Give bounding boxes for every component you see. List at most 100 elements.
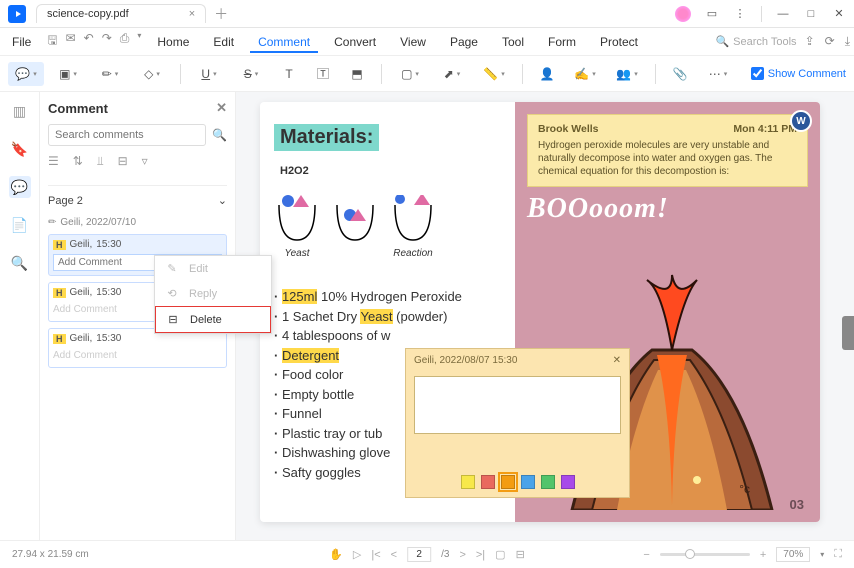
sticky-note[interactable]: Brook Wells Mon 4:11 PM Hydrogen peroxid… xyxy=(527,114,808,187)
eraser-tool[interactable]: ◇ xyxy=(134,62,170,86)
color-swatch-blue[interactable] xyxy=(521,475,535,489)
textbox-tool[interactable]: 🅃 xyxy=(309,62,337,86)
more-tool[interactable]: ⋯ xyxy=(700,62,736,86)
app-menu-icon[interactable]: ▭ xyxy=(705,7,719,21)
zoom-percent[interactable]: 70% xyxy=(776,547,810,562)
save-icon[interactable]: 🖫 xyxy=(47,31,57,52)
current-page-input[interactable]: 2 xyxy=(407,547,431,562)
color-swatch-purple[interactable] xyxy=(561,475,575,489)
comment-item[interactable]: H Geili, 15:30 Add Comment xyxy=(48,328,227,368)
sticky-editor-popup[interactable]: Geili, 2022/08/07 15:30 ✕ xyxy=(405,348,630,498)
signature-tool[interactable]: ✍ xyxy=(567,62,603,86)
pencil-tool[interactable]: ✏ xyxy=(92,62,128,86)
close-panel-icon[interactable]: ✕ xyxy=(216,100,227,116)
document-tab[interactable]: science-copy.pdf × xyxy=(36,4,206,23)
zoom-out-icon[interactable]: − xyxy=(643,549,649,561)
next-page-icon[interactable]: > xyxy=(459,549,465,561)
right-scroll-handle[interactable] xyxy=(842,316,854,350)
maximize-button[interactable]: □ xyxy=(804,7,818,21)
print-icon[interactable]: ⎙ xyxy=(120,31,130,52)
fit-page-icon[interactable]: ⛶ xyxy=(834,548,842,561)
color-swatch-yellow[interactable] xyxy=(461,475,475,489)
menu-page[interactable]: Page xyxy=(442,31,486,53)
menu-file[interactable]: File xyxy=(4,31,39,53)
single-page-icon[interactable]: ▢ xyxy=(495,548,505,561)
highlight-tool[interactable]: ▣ xyxy=(50,62,86,86)
menu-home[interactable]: Home xyxy=(149,31,197,53)
callout-tool[interactable]: ⬒ xyxy=(343,62,371,86)
menu-form[interactable]: Form xyxy=(540,31,584,53)
approve-stamp-tool[interactable]: 👥 xyxy=(609,62,645,86)
menu-tool[interactable]: Tool xyxy=(494,31,532,53)
search-comments-input[interactable] xyxy=(48,124,206,146)
strikeout-tool[interactable]: S xyxy=(233,62,269,86)
first-page-icon[interactable]: |< xyxy=(371,549,380,561)
chevron-down-icon[interactable]: ⌄ xyxy=(218,194,227,207)
filter-icon[interactable]: ▿ xyxy=(142,154,148,169)
close-window-button[interactable]: ✕ xyxy=(832,7,846,21)
zoom-slider[interactable] xyxy=(660,553,750,556)
options-icon[interactable]: ⊟ xyxy=(118,154,128,169)
sticky-editor-textarea[interactable] xyxy=(414,376,621,434)
shape-line-tool[interactable]: ⬈ xyxy=(434,62,470,86)
menu-edit[interactable]: Edit xyxy=(205,31,242,53)
export-icon[interactable]: ⤓ xyxy=(845,34,850,49)
zoom-thumb[interactable] xyxy=(685,549,695,559)
comment-user: Geili, xyxy=(70,239,93,250)
redo-icon[interactable]: ↷ xyxy=(102,31,112,52)
hand-tool-icon[interactable]: ✋ xyxy=(329,548,343,561)
menu-comment[interactable]: Comment xyxy=(250,31,318,53)
shape-rect-tool[interactable]: ▢ xyxy=(392,62,428,86)
show-comment-checkbox[interactable] xyxy=(751,67,764,80)
undo-icon[interactable]: ↶ xyxy=(84,31,94,52)
kebab-menu-icon[interactable]: ⋮ xyxy=(733,7,747,21)
continuous-icon[interactable]: ⊟ xyxy=(516,548,525,561)
highlight-badge: H xyxy=(53,334,66,344)
mail-icon[interactable]: ✉ xyxy=(66,31,76,52)
ctx-delete[interactable]: ⊟Delete xyxy=(155,306,271,333)
collapse-icon[interactable]: ⫫ xyxy=(97,154,104,169)
sort-icon[interactable]: ⇅ xyxy=(73,154,83,169)
word-badge-icon[interactable]: W xyxy=(790,110,812,132)
ctx-edit: ✎Edit xyxy=(155,256,271,281)
close-tab-icon[interactable]: × xyxy=(189,8,195,20)
show-comment-toggle[interactable]: Show Comment xyxy=(751,67,846,80)
minimize-button[interactable]: — xyxy=(776,7,790,21)
chevron-down-icon[interactable]: ▾ xyxy=(820,550,824,559)
text-tool[interactable]: T xyxy=(275,62,303,86)
dropdown-icon[interactable]: ▾ xyxy=(137,31,141,52)
share-icon[interactable]: ⇪ xyxy=(805,34,815,49)
note-tool[interactable]: 💬 xyxy=(8,62,44,86)
edit-icon: ✎ xyxy=(165,262,179,275)
bookmarks-icon[interactable]: 🔖 xyxy=(9,138,31,160)
expand-all-icon[interactable]: ☰ xyxy=(48,154,59,169)
stamp-tool[interactable]: 👤 xyxy=(533,62,561,86)
menu-convert[interactable]: Convert xyxy=(326,31,384,53)
attachments-icon[interactable]: 📄 xyxy=(9,214,31,236)
cloud-icon[interactable]: ⟳ xyxy=(825,34,835,49)
last-page-icon[interactable]: >| xyxy=(476,549,485,561)
color-swatch-green[interactable] xyxy=(541,475,555,489)
new-tab-button[interactable]: ＋ xyxy=(214,4,228,24)
comment-user: Geili, xyxy=(70,333,93,344)
comment-placeholder: Add Comment xyxy=(53,348,222,363)
color-swatch-red[interactable] xyxy=(481,475,495,489)
account-avatar-icon[interactable] xyxy=(675,6,691,22)
menu-protect[interactable]: Protect xyxy=(592,31,646,53)
close-sticky-icon[interactable]: ✕ xyxy=(613,355,621,366)
color-swatch-orange[interactable] xyxy=(501,475,515,489)
search-panel-icon[interactable]: 🔍 xyxy=(9,252,31,274)
attachment-tool[interactable]: 📎 xyxy=(666,62,694,86)
search-tools[interactable]: 🔍 Search Tools xyxy=(715,35,796,48)
comment-user: Geili, xyxy=(70,287,93,298)
prev-page-icon[interactable]: < xyxy=(391,549,397,561)
menu-view[interactable]: View xyxy=(392,31,434,53)
underline-tool[interactable]: U xyxy=(191,62,227,86)
page-label[interactable]: Page 2 xyxy=(48,195,83,207)
thumbnails-icon[interactable]: ▥ xyxy=(9,100,31,122)
comments-panel-icon[interactable]: 💬 xyxy=(9,176,31,198)
zoom-in-icon[interactable]: + xyxy=(760,549,766,561)
search-icon[interactable]: 🔍 xyxy=(212,128,227,142)
measure-tool[interactable]: 📏 xyxy=(476,62,512,86)
select-tool-icon[interactable]: ▷ xyxy=(353,548,361,561)
